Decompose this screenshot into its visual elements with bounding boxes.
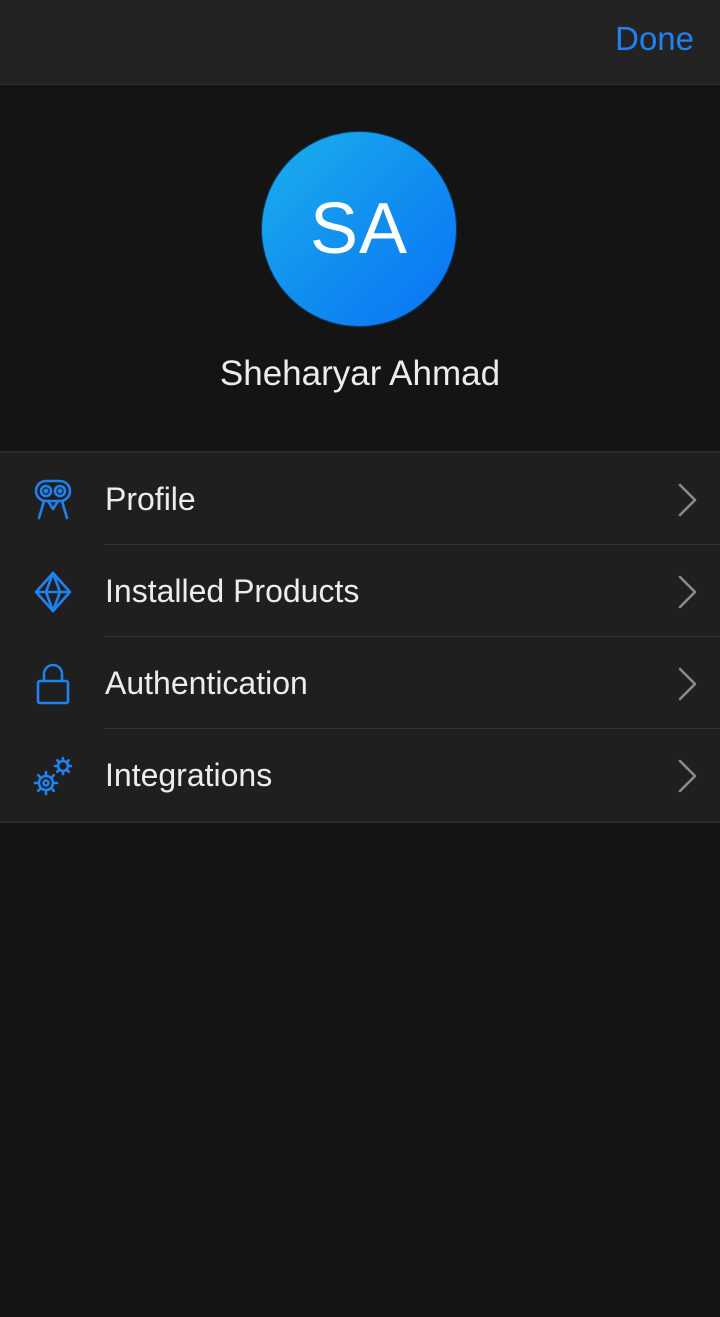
avatar-initials: SA [309, 189, 409, 269]
settings-menu: Profile Installed Products Authenticatio… [0, 451, 720, 823]
chevron-right-icon [678, 575, 697, 609]
account-header: SA Sheharyar Ahmad [0, 85, 720, 451]
diamond-icon [34, 571, 72, 613]
menu-item-label: Authentication [105, 665, 308, 701]
menu-item-profile[interactable]: Profile [0, 453, 720, 545]
gears-icon [33, 756, 73, 796]
navigation-bar: Done [0, 0, 720, 85]
account-screen: Done SA Sheharyar Ahmad Profile Installe… [0, 0, 720, 1317]
chevron-right-icon [678, 667, 697, 701]
profile-icon [34, 479, 72, 520]
lock-icon [36, 663, 70, 705]
avatar: SA [261, 131, 457, 327]
menu-item-label: Profile [105, 481, 196, 517]
chevron-right-icon [678, 759, 697, 793]
menu-item-label: Installed Products [105, 573, 360, 609]
menu-item-authentication[interactable]: Authentication [0, 637, 720, 729]
menu-item-integrations[interactable]: Integrations [0, 729, 720, 821]
menu-item-label: Integrations [105, 757, 273, 793]
chevron-right-icon [678, 483, 697, 517]
done-button[interactable]: Done [615, 18, 694, 60]
menu-item-installed-products[interactable]: Installed Products [0, 545, 720, 637]
user-name: Sheharyar Ahmad [219, 354, 501, 393]
